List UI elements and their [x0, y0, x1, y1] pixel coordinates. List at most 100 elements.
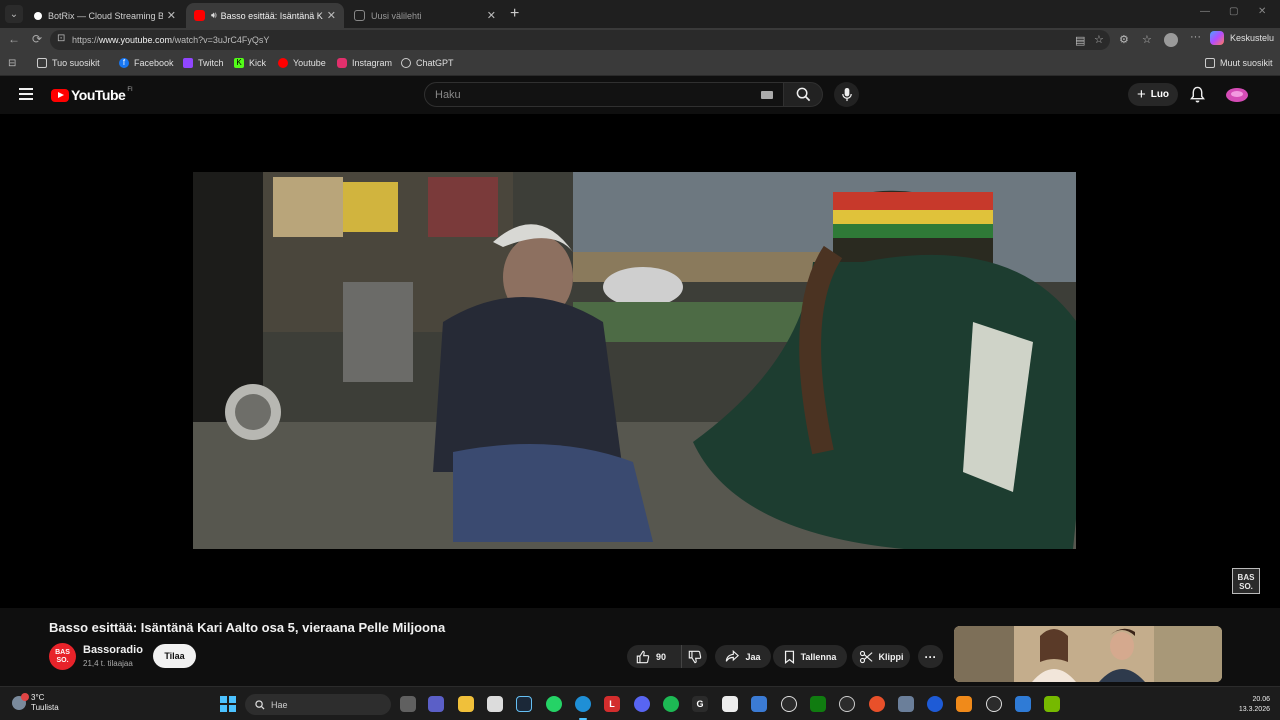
channel-watermark[interactable]: BAS SO.	[1232, 568, 1260, 594]
edge-icon[interactable]	[575, 696, 591, 712]
tab-youtube-video[interactable]: 🔊︎ Basso esittää: Isäntänä Kari Aa ✕	[186, 3, 344, 28]
profile-icon[interactable]	[1164, 33, 1178, 47]
watermark-line: BAS	[1237, 573, 1255, 582]
youtube-wordmark: YouTube	[71, 87, 126, 103]
maximize-icon[interactable]: ▢	[1229, 6, 1238, 17]
app-settings-icon[interactable]	[898, 696, 914, 712]
subscribe-button[interactable]: Tilaa	[153, 644, 196, 668]
account-avatar[interactable]	[1225, 85, 1249, 105]
address-bar[interactable]: ⊡ https://www.youtube.com/watch?v=3uJrC4…	[50, 30, 1110, 50]
app-l-icon[interactable]: L	[604, 696, 620, 712]
recommended-video-thumbnail[interactable]	[954, 626, 1222, 682]
bookmark-kick[interactable]: K Kick	[234, 58, 266, 68]
mail-icon[interactable]	[751, 696, 767, 712]
taskbar-search-label: Hae	[271, 699, 288, 710]
notifications-bell-icon[interactable]	[1190, 86, 1205, 103]
bookmark-facebook[interactable]: f Facebook	[119, 58, 174, 68]
clip-button[interactable]: Klippi	[852, 645, 910, 668]
tab-title: Uusi välilehti	[371, 10, 422, 21]
spotify-icon[interactable]	[663, 696, 679, 712]
obs-icon[interactable]	[839, 696, 855, 712]
youtube-header: YouTube FI + Luo	[0, 76, 1280, 114]
settings-gear-icon[interactable]	[781, 696, 797, 712]
app-orange-icon[interactable]	[869, 696, 885, 712]
other-favorites-folder[interactable]: Muut suosikit	[1205, 58, 1273, 68]
search-button[interactable]	[783, 82, 823, 107]
close-tab-icon[interactable]: ✕	[167, 9, 176, 22]
favorites-icon[interactable]: ☆	[1142, 33, 1152, 46]
bookmark-instagram[interactable]: Instagram	[337, 58, 392, 68]
back-icon[interactable]: ←	[8, 32, 20, 46]
app-window-icon[interactable]	[1015, 696, 1031, 712]
more-actions-button[interactable]: ···	[918, 645, 943, 668]
search-input[interactable]	[435, 86, 755, 104]
browser-tab-strip: ⌄ BotRix — Cloud Streaming Bot fo ✕ 🔊︎ B…	[0, 0, 1280, 28]
search-box[interactable]	[424, 82, 784, 107]
favorite-star-icon[interactable]: ☆	[1094, 33, 1104, 46]
facebook-icon: f	[119, 58, 129, 68]
teams-icon[interactable]	[428, 696, 444, 712]
channel-avatar[interactable]: BAS SO.	[49, 643, 76, 670]
reader-mode-icon[interactable]: ▤	[1075, 34, 1085, 47]
bookmark-label: Twitch	[198, 58, 224, 68]
video-frame[interactable]	[193, 172, 1076, 549]
voice-search-button[interactable]	[834, 82, 859, 107]
vlc-icon[interactable]	[956, 696, 972, 712]
avatar-line: SO.	[56, 657, 69, 664]
share-button[interactable]: Jaa	[715, 645, 771, 668]
save-label: Tallenna	[800, 651, 837, 662]
create-button[interactable]: + Luo	[1128, 83, 1178, 106]
video-player[interactable]: BAS SO.	[0, 114, 1280, 608]
bookmark-youtube[interactable]: Youtube	[278, 58, 326, 68]
nvidia-icon[interactable]	[1044, 696, 1060, 712]
channel-name[interactable]: Bassoradio	[83, 644, 143, 656]
save-button[interactable]: Tallenna	[773, 645, 847, 668]
app-g-icon[interactable]: G	[692, 696, 708, 712]
tab-actions-menu-button[interactable]: ⌄	[5, 5, 23, 23]
microsoft-store-icon[interactable]	[487, 696, 503, 712]
avatar-line: BAS	[55, 649, 70, 656]
weather-widget[interactable]: 3°C Tuulista	[12, 693, 59, 713]
audio-playing-icon[interactable]: 🔊︎	[211, 10, 217, 21]
close-window-icon[interactable]: ✕	[1258, 6, 1266, 17]
notepad-icon[interactable]	[722, 696, 738, 712]
whatsapp-icon[interactable]	[546, 696, 562, 712]
minimize-icon[interactable]: —	[1200, 6, 1210, 17]
tab-new-tab[interactable]: Uusi välilehti ✕	[346, 3, 504, 28]
discord-icon[interactable]	[634, 696, 650, 712]
weather-wind-icon	[12, 693, 29, 710]
tab-botrix[interactable]: BotRix — Cloud Streaming Bot fo ✕	[26, 3, 184, 28]
search-icon	[255, 699, 265, 710]
keyboard-icon[interactable]	[761, 91, 773, 99]
youtube-logo[interactable]: YouTube FI	[51, 87, 133, 103]
bookmark-twitch[interactable]: Twitch	[183, 58, 224, 68]
bookmark-label: Facebook	[134, 58, 174, 68]
new-tab-button[interactable]: +	[510, 5, 519, 23]
kick-icon: K	[234, 58, 244, 68]
steam-icon[interactable]	[516, 696, 532, 712]
like-button[interactable]: 90	[627, 645, 682, 668]
taskbar-search-box[interactable]: Hae	[245, 694, 391, 715]
close-tab-icon[interactable]: ✕	[487, 9, 496, 22]
site-info-icon[interactable]: ⊡	[57, 33, 65, 44]
bookmark-chatgpt[interactable]: ChatGPT	[401, 58, 454, 68]
chatgpt-app-icon[interactable]	[986, 696, 1002, 712]
dislike-button[interactable]	[682, 650, 707, 664]
system-clock[interactable]: 20.06 13.3.2026	[1230, 695, 1270, 715]
close-tab-icon[interactable]: ✕	[327, 9, 336, 22]
like-dislike-group: 90	[627, 645, 707, 668]
bookmark-import[interactable]: Tuo suosikit	[37, 58, 100, 68]
settings-more-icon[interactable]: ···	[1190, 31, 1201, 43]
twitch-icon	[183, 58, 193, 68]
xbox-icon[interactable]	[810, 696, 826, 712]
windows-start-icon[interactable]	[220, 696, 236, 712]
app-blue-icon[interactable]	[927, 696, 943, 712]
file-explorer-icon[interactable]	[458, 696, 474, 712]
menu-hamburger-icon[interactable]	[19, 88, 33, 100]
search-icon	[796, 87, 810, 102]
collections-icon[interactable]: ⊟	[8, 58, 16, 69]
copilot-chat-button[interactable]: Keskustelu	[1210, 31, 1274, 45]
task-view-icon[interactable]	[400, 696, 416, 712]
refresh-icon[interactable]: ⟳	[32, 32, 42, 46]
extensions-icon[interactable]: ⚙	[1119, 33, 1129, 46]
